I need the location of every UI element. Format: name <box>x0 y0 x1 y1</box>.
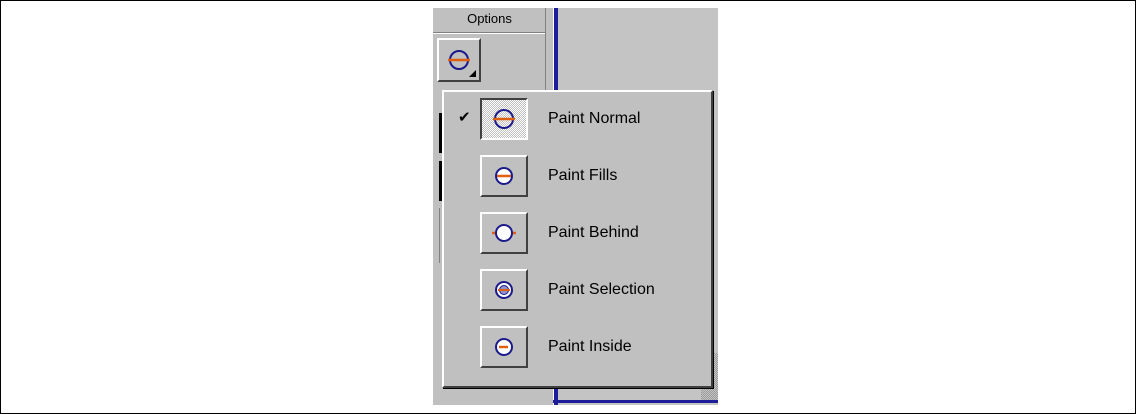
menu-item-paint-selection[interactable]: Paint Selection <box>444 265 711 315</box>
menu-item-label: Paint Fills <box>548 167 618 184</box>
stage-border-bottom <box>553 400 718 403</box>
menu-item-label: Paint Selection <box>548 281 655 298</box>
paint-inside-icon <box>495 338 513 356</box>
menu-item-paint-fills[interactable]: Paint Fills <box>444 151 711 201</box>
checkmark-icon: ✔ <box>458 109 471 126</box>
brush-mode-menu: ✔ Paint Normal Paint Fills Paint Behind <box>442 90 713 388</box>
paint-selection-icon <box>495 281 513 299</box>
dropdown-triangle-icon <box>469 70 476 77</box>
paint-normal-icon <box>493 109 515 129</box>
paint-behind-button[interactable] <box>480 212 528 254</box>
menu-item-label: Paint Behind <box>548 224 639 241</box>
menu-item-paint-behind[interactable]: Paint Behind <box>444 208 711 258</box>
paint-selection-button[interactable] <box>480 269 528 311</box>
options-title: Options <box>433 8 546 33</box>
paint-normal-button[interactable] <box>480 98 528 140</box>
menu-item-paint-normal[interactable]: ✔ Paint Normal <box>444 94 711 144</box>
brush-mode-button[interactable] <box>437 38 481 82</box>
paint-fills-button[interactable] <box>480 155 528 197</box>
menu-item-paint-inside[interactable]: Paint Inside <box>444 322 711 372</box>
menu-item-label: Paint Inside <box>548 338 632 355</box>
paint-inside-button[interactable] <box>480 326 528 368</box>
menu-item-label: Paint Normal <box>548 110 641 127</box>
paint-behind-icon <box>492 224 516 242</box>
paint-fills-icon <box>495 167 513 185</box>
toolbar-edge <box>439 208 440 263</box>
